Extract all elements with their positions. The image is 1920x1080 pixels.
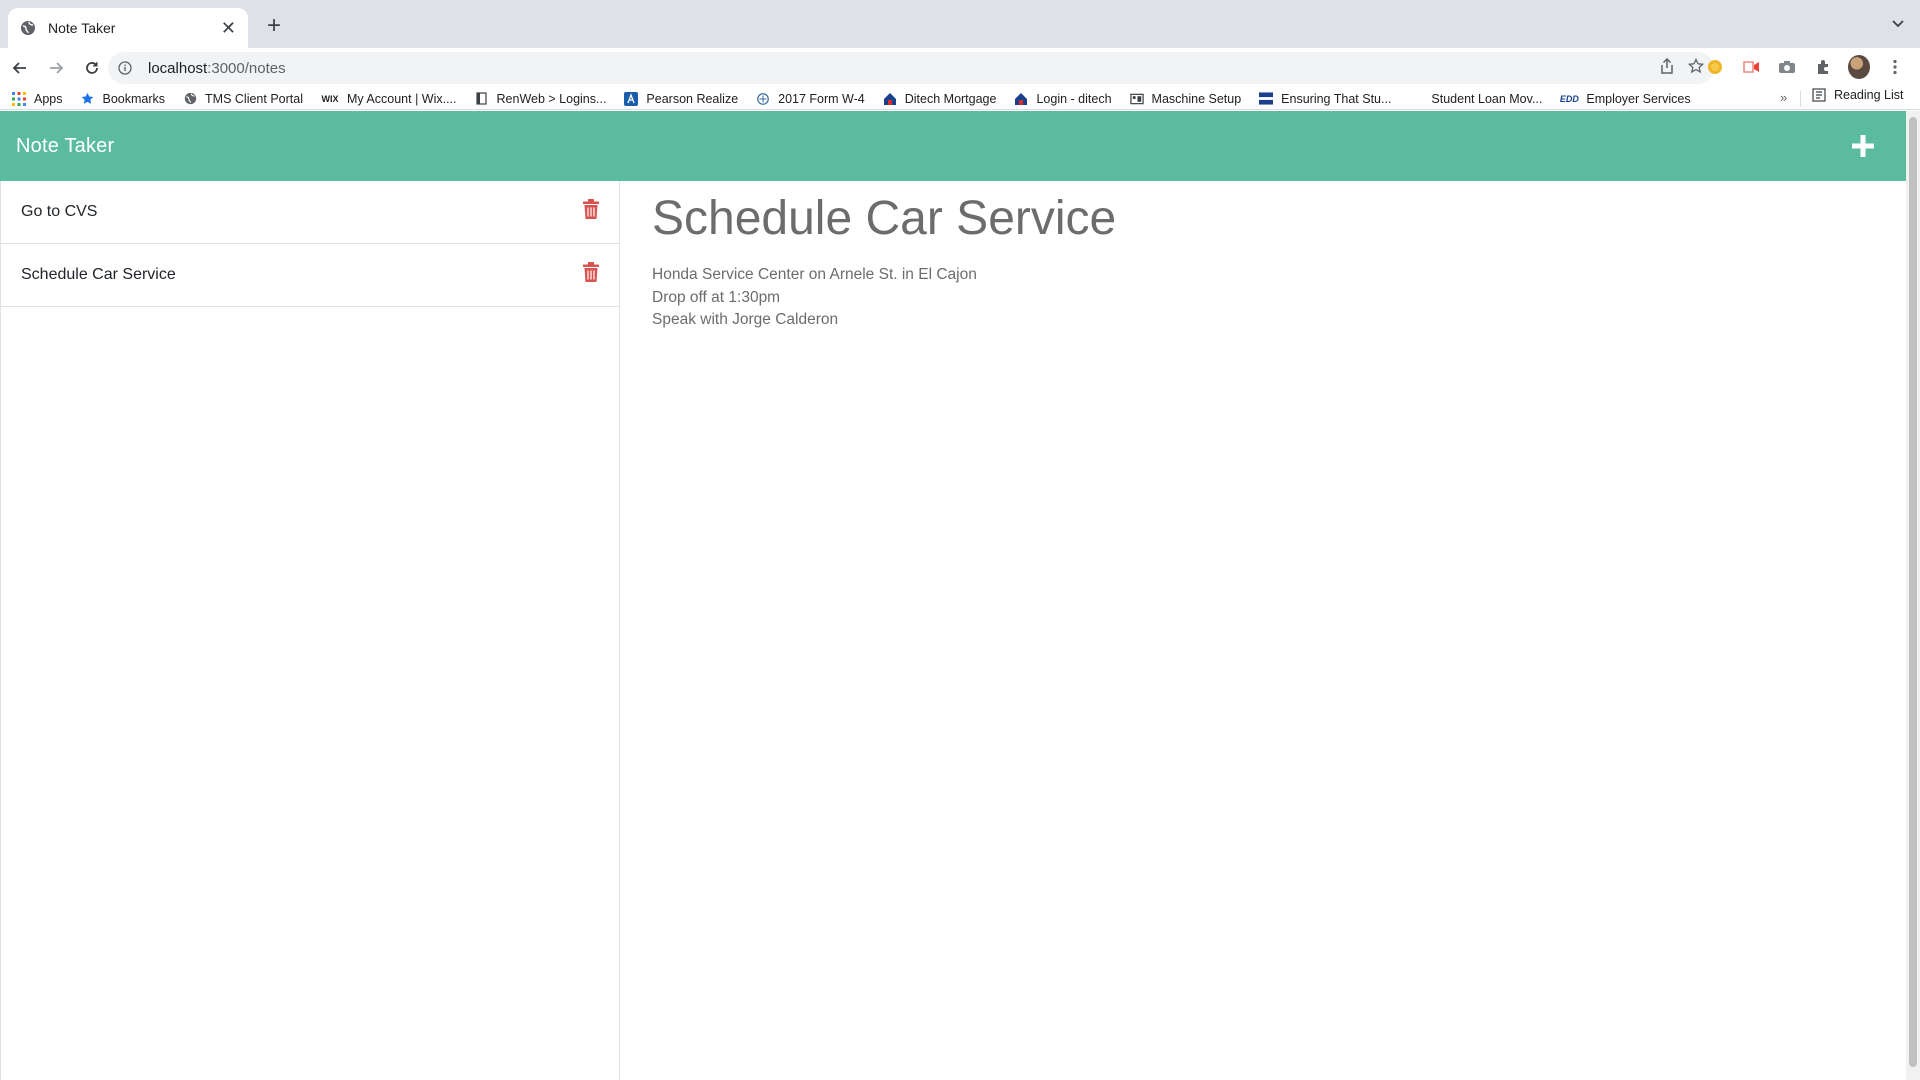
bookmark-label: Employer Services — [1586, 91, 1691, 106]
bookmark-apps[interactable]: Apps — [12, 91, 63, 106]
edd-icon: EDD — [1559, 93, 1579, 104]
bookmark-wix[interactable]: WIX My Account | Wix.... — [321, 91, 457, 106]
note-taker-page: Note Taker Go to CVS Schedule Car Servic… — [0, 111, 1906, 1080]
extension-screencast-icon[interactable] — [1740, 56, 1762, 78]
bookmark-renweb[interactable]: RenWeb > Logins... — [475, 91, 607, 106]
browser-tab[interactable]: Note Taker ✕ — [8, 8, 248, 48]
note-title-input[interactable]: Schedule Car Service — [652, 191, 1882, 246]
bookmark-ensuring[interactable]: Ensuring That Stu... — [1259, 92, 1391, 106]
reading-list-icon — [1812, 88, 1826, 102]
new-tab-button[interactable]: + — [260, 12, 288, 40]
note-body-line: Speak with Jorge Calderon — [652, 311, 839, 328]
bookmark-pearson[interactable]: Pearson Realize — [624, 91, 739, 106]
bookmark-bookmarks[interactable]: Bookmarks — [81, 91, 166, 106]
globe-icon — [183, 92, 197, 106]
bookmark-star-icon[interactable] — [1687, 57, 1705, 79]
bookmark-login-ditech[interactable]: Login - ditech — [1014, 91, 1112, 106]
plus-icon — [1852, 135, 1874, 157]
forward-button[interactable] — [40, 52, 72, 84]
star-icon — [81, 92, 95, 106]
bookmarks-divider — [1800, 91, 1801, 107]
page-icon — [475, 92, 489, 106]
url-host: localhost — [148, 59, 208, 77]
bookmark-label: RenWeb > Logins... — [496, 91, 607, 106]
bookmark-ditech-mortgage[interactable]: Ditech Mortgage — [883, 91, 997, 106]
reading-list-label: Reading List — [1834, 88, 1904, 102]
maschine-icon — [1129, 92, 1144, 106]
apps-grid-icon — [12, 91, 26, 106]
info-icon[interactable] — [118, 60, 134, 76]
note-title[interactable]: Go to CVS — [21, 203, 97, 221]
note-editor: Schedule Car Service Honda Service Cente… — [652, 181, 1882, 332]
trash-icon[interactable] — [583, 199, 601, 221]
bookmark-label: Ditech Mortgage — [904, 91, 997, 106]
more-bookmarks-chevron-icon[interactable]: » — [1780, 90, 1787, 105]
app-brand[interactable]: Note Taker — [16, 135, 114, 158]
back-button[interactable] — [4, 52, 36, 84]
list-item[interactable]: Go to CVS — [1, 181, 619, 244]
bookmark-student-loan[interactable]: Student Loan Mov... — [1431, 92, 1542, 106]
house-icon — [1014, 92, 1028, 106]
page-scrollbar[interactable] — [1906, 111, 1920, 1080]
bookmark-employer-services[interactable]: EDD Employer Services — [1559, 91, 1691, 106]
pearson-icon — [624, 91, 639, 106]
house-icon — [883, 92, 897, 106]
notes-list: Go to CVS Schedule Car Service — [0, 181, 620, 1080]
scrollbar-thumb[interactable] — [1909, 117, 1917, 1067]
bookmark-tms-client-portal[interactable]: TMS Client Portal — [183, 92, 303, 106]
list-item[interactable]: Schedule Car Service — [1, 244, 619, 307]
bookmark-label: TMS Client Portal — [205, 91, 303, 106]
bookmark-label: Bookmarks — [102, 91, 166, 106]
bookmark-label: Pearson Realize — [646, 91, 739, 106]
bookmark-label: Maschine Setup — [1151, 91, 1242, 106]
bookmarks-bar: Apps Bookmarks TMS Client Portal WIX My … — [0, 88, 1920, 110]
app-navbar: Note Taker — [0, 111, 1906, 181]
bookmark-label: Student Loan Mov... — [1431, 91, 1543, 106]
tab-title: Note Taker — [48, 20, 116, 36]
kebab-menu-icon[interactable] — [1884, 56, 1906, 78]
reload-button[interactable] — [76, 52, 108, 84]
bookmark-label: 2017 Form W-4 — [778, 91, 865, 106]
bookmark-label: Login - ditech — [1036, 91, 1112, 106]
browser-toolbar: localhost:3000/notes — [0, 48, 1920, 88]
share-icon[interactable] — [1660, 57, 1674, 79]
new-note-button[interactable] — [1846, 129, 1880, 163]
chevron-down-icon[interactable] — [1888, 14, 1908, 34]
url-text: localhost:3000/notes — [148, 60, 1660, 77]
wix-icon: WIX — [321, 93, 339, 104]
irs-icon — [756, 92, 770, 106]
extensions-puzzle-icon[interactable] — [1812, 56, 1834, 78]
note-text-area[interactable]: Honda Service Center on Arnele St. in El… — [652, 264, 1882, 332]
flag-icon — [1259, 92, 1274, 106]
back-arrow-icon — [12, 62, 26, 74]
globe-icon — [20, 20, 36, 36]
bookmark-label: My Account | Wix.... — [346, 91, 457, 106]
browser-tab-strip: Note Taker ✕ + — [0, 0, 1920, 48]
note-title[interactable]: Schedule Car Service — [21, 266, 176, 284]
forward-arrow-icon — [50, 62, 64, 74]
reload-icon — [86, 62, 98, 74]
bookmark-label: Ensuring That Stu... — [1281, 91, 1392, 106]
bookmark-label: Apps — [34, 91, 63, 106]
note-body-line: Honda Service Center on Arnele St. in El… — [652, 266, 977, 283]
close-tab-icon[interactable]: ✕ — [221, 19, 236, 37]
trash-icon[interactable] — [583, 262, 601, 284]
reading-list-button[interactable]: Reading List — [1812, 88, 1904, 102]
bookmark-w4[interactable]: 2017 Form W-4 — [756, 92, 865, 106]
note-body-line: Drop off at 1:30pm — [652, 288, 781, 306]
profile-avatar[interactable] — [1848, 55, 1870, 79]
bookmark-maschine[interactable]: Maschine Setup — [1129, 91, 1242, 106]
extension-coin-icon[interactable] — [1704, 56, 1726, 78]
camera-icon[interactable] — [1776, 56, 1798, 78]
url-path: :3000/notes — [207, 59, 286, 77]
address-bar[interactable]: localhost:3000/notes — [108, 52, 1714, 84]
